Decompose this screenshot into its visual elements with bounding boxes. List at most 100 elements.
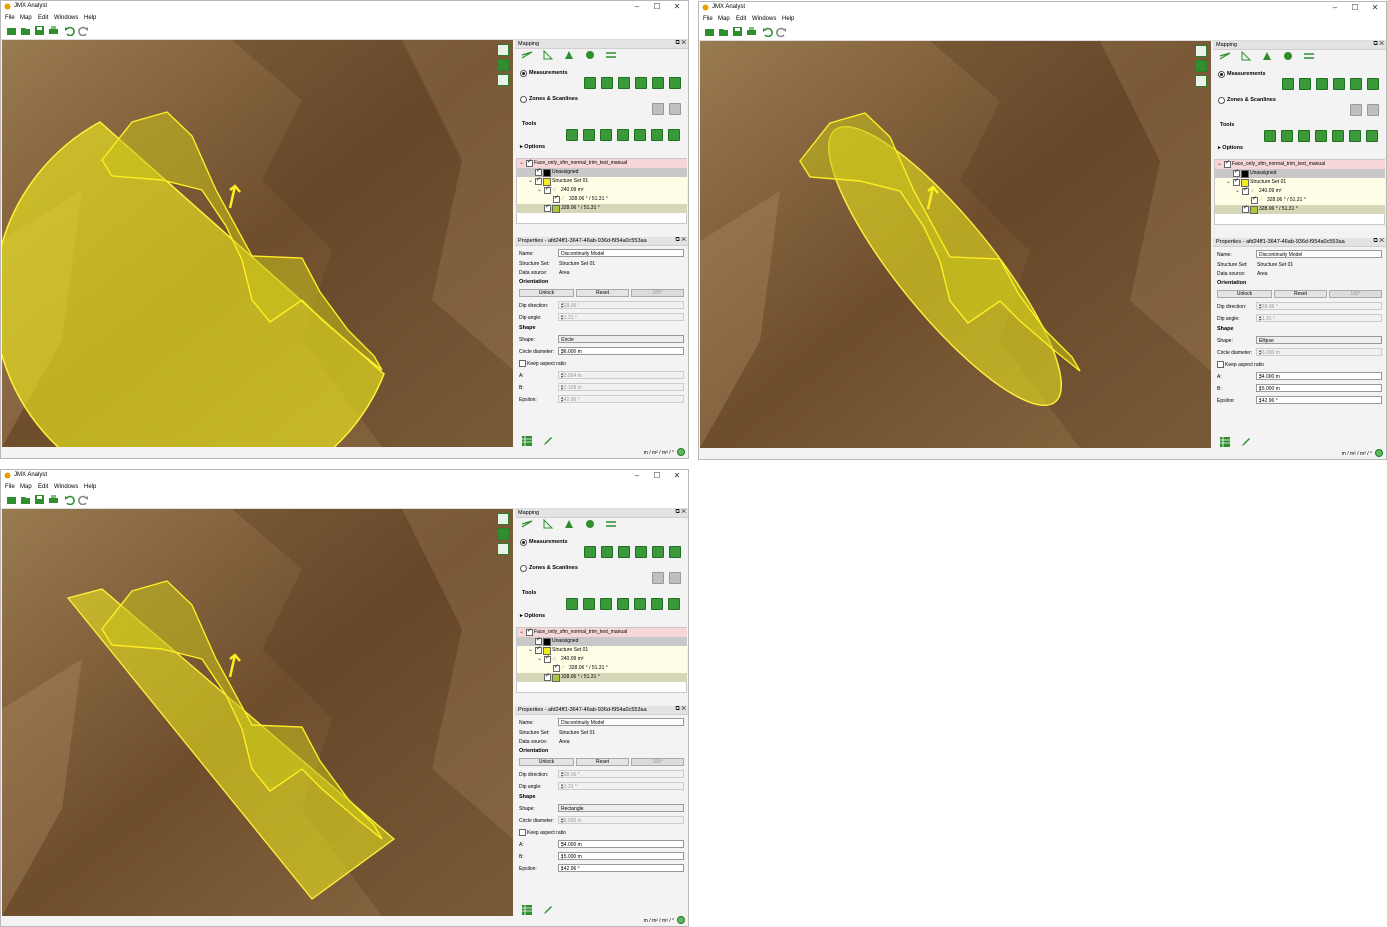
keep-aspect-checkbox[interactable] [519,829,526,836]
tree-unassigned-checkbox[interactable] [535,636,542,645]
tree-root-row[interactable]: ⌄ Face_only_sfm_normal_trim_test_manual [517,158,687,168]
tool-add-button[interactable] [668,129,680,141]
panel-close-icon[interactable]: ⧉ ✕ [1373,238,1384,245]
tab-points-icon[interactable] [563,519,575,529]
close-icon[interactable]: ✕ [670,2,684,11]
a-field[interactable]: 33.564 m ▴ ▾ [558,371,684,379]
select-tool-icon[interactable] [497,528,509,540]
b-field[interactable]: 12.109 m ▴ ▾ [558,383,684,391]
tree-structure-set-checkbox[interactable] [535,645,542,654]
polyline-tool-button[interactable] [618,546,630,558]
tool-d-button[interactable] [1315,130,1327,142]
tool-a-button[interactable] [566,598,578,610]
radio-zones[interactable] [1218,97,1225,104]
tree-area-checkbox[interactable] [1242,186,1249,195]
a-field[interactable]: 34.000 m ▴ ▾ [558,840,684,848]
pencil-icon[interactable] [543,905,553,915]
redo-icon[interactable] [776,26,787,37]
tree-root-checkbox[interactable] [526,158,533,167]
tree-structure-set-row[interactable]: ⌄ Structure Set 01 [517,176,687,186]
zone-tool-button[interactable] [652,572,664,584]
tool-f-button[interactable] [651,598,663,610]
print-icon[interactable] [48,494,59,505]
dip-angle-field[interactable]: 51.31 ° ▴ ▾ [558,313,684,321]
camera-icon[interactable] [497,44,509,56]
3d-viewport[interactable] [2,509,513,916]
tool-d-button[interactable] [617,598,629,610]
arch-tool-button[interactable] [1367,78,1379,90]
tool-e-button[interactable] [1332,130,1344,142]
dip-direction-field[interactable]: 328.06 ° ▴ ▾ [558,301,684,309]
name-field[interactable]: Discontinuity Model [1256,250,1382,258]
epsilon-field[interactable]: 142.96 ° ▴ ▾ [558,395,684,403]
epsilon-field[interactable]: 142.96 ° ▴ ▾ [558,864,684,872]
plane-tool-button[interactable] [1350,78,1362,90]
keep-aspect-checkbox[interactable] [1217,361,1224,368]
globe-icon[interactable] [677,448,685,456]
tree-orientation-row[interactable]: ⟋ 328.06 ° / 51.31 ° [517,194,687,204]
circle-diameter-field[interactable]: 36.000 m ▴ ▾ [1256,348,1382,356]
arch-tool-button[interactable] [669,77,681,89]
undo-icon[interactable] [64,494,75,505]
panel-close-icon[interactable]: ⧉ ✕ [675,237,686,244]
scanline-tool-button[interactable] [669,103,681,115]
unlock-button[interactable]: Unlock [519,758,574,766]
menu-windows[interactable]: Windows [54,484,78,490]
tab-settings-icon[interactable] [605,519,617,529]
tab-angle-icon[interactable] [1240,51,1252,61]
radio-measurements[interactable] [520,539,527,546]
tree-model-checkbox[interactable] [1242,204,1249,213]
polygon-tool-button[interactable] [635,546,647,558]
print-icon[interactable] [746,26,757,37]
tree-area-row[interactable]: ⌄ ◌ 240.09 m² [1215,186,1385,196]
circle-diameter-field[interactable]: 36.000 m ▴ ▾ [558,347,684,355]
b-field[interactable]: 15.000 m ▴ ▾ [1256,384,1382,392]
tree-structure-set-checkbox[interactable] [1233,177,1240,186]
plane-tool-button[interactable] [652,77,664,89]
tab-points-icon[interactable] [563,50,575,60]
tree-unassigned-row[interactable]: Unassigned [517,167,687,177]
new-project-icon[interactable] [6,494,17,505]
tool-c-button[interactable] [600,598,612,610]
open-folder-icon[interactable] [20,25,31,36]
a-field[interactable]: 34.000 m ▴ ▾ [1256,372,1382,380]
menu-help[interactable]: Help [782,16,794,22]
tool-e-button[interactable] [634,129,646,141]
tool-add-button[interactable] [668,598,680,610]
3d-viewport[interactable] [700,41,1211,448]
maximize-icon[interactable]: ☐ [1348,3,1362,12]
undo-icon[interactable] [762,26,773,37]
menu-file[interactable]: File [703,16,713,22]
tab-shape-icon[interactable] [1282,51,1294,61]
globe-icon[interactable] [677,916,685,924]
tab-measure-icon[interactable] [521,519,533,529]
tree-structure-set-checkbox[interactable] [535,176,542,185]
circle-diameter-field[interactable]: 36.000 m ▴ ▾ [558,816,684,824]
tab-settings-icon[interactable] [1303,51,1315,61]
tree-unassigned-row[interactable]: Unassigned [1215,168,1385,178]
collapse-icon[interactable]: ⌄ [519,628,524,635]
redo-icon[interactable] [78,494,89,505]
epsilon-field[interactable]: 142.96 ° ▴ ▾ [1256,396,1382,404]
select-tool-icon[interactable] [1195,60,1207,72]
menu-map[interactable]: Map [20,484,32,490]
tree-model-row[interactable]: 328.06 ° / 51.31 ° [517,203,687,213]
maximize-icon[interactable]: ☐ [650,2,664,11]
collapse-icon[interactable]: ⌄ [1235,187,1240,194]
menu-edit[interactable]: Edit [736,16,746,22]
reset-button[interactable]: Reset [576,289,629,297]
name-field[interactable]: Discontinuity Model [558,718,684,726]
menu-file[interactable]: File [5,15,15,21]
menu-map[interactable]: Map [20,15,32,21]
tree-root-checkbox[interactable] [526,627,533,636]
keep-aspect-checkbox[interactable] [519,360,526,367]
menu-help[interactable]: Help [84,484,96,490]
tool-c-button[interactable] [1298,130,1310,142]
tool-c-button[interactable] [600,129,612,141]
unlock-button[interactable]: Unlock [1217,290,1272,298]
tool-e-button[interactable] [634,598,646,610]
scanline-tool-button[interactable] [669,572,681,584]
menu-edit[interactable]: Edit [38,15,48,21]
tool-b-button[interactable] [583,598,595,610]
polygon-tool-button[interactable] [1333,78,1345,90]
